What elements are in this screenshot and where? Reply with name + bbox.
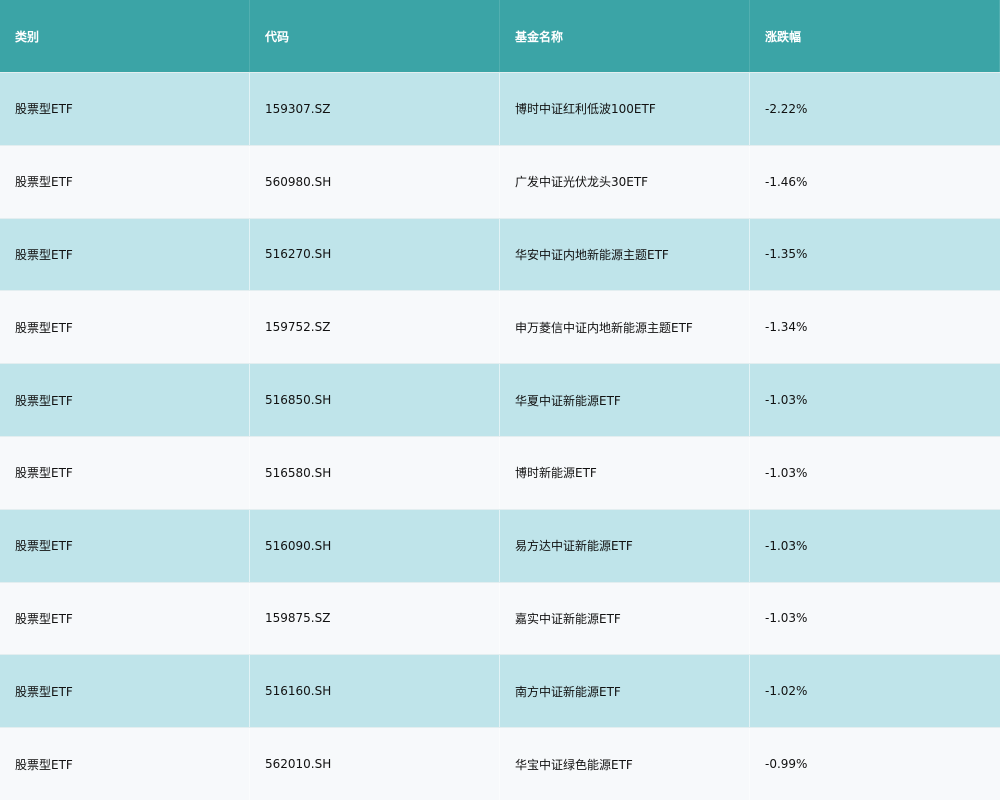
cell-change: -2.22% [765, 101, 808, 116]
cell-code: 516090.SH [250, 509, 500, 582]
header-code[interactable]: 代码 [250, 0, 500, 72]
cell-fund-name: 华夏中证新能源ETF [500, 364, 750, 436]
cell-category: 股票型ETF [0, 73, 250, 145]
table-row[interactable]: 股票型ETF 562010.SH 华宝中证绿色能源ETF -0.99% [0, 727, 1000, 800]
cell-code: 159307.SZ [250, 73, 500, 145]
cell-change: -1.03% [765, 393, 808, 408]
header-fund-name[interactable]: 基金名称 [500, 0, 750, 72]
cell-category: 股票型ETF [0, 509, 250, 582]
cell-fund-name: 华宝中证绿色能源ETF [500, 728, 750, 800]
cell-category: 股票型ETF [0, 218, 250, 291]
cell-category: 股票型ETF [0, 655, 250, 728]
cell-fund-name: 南方中证新能源ETF [500, 655, 750, 728]
cell-code: 159752.SZ [250, 291, 500, 364]
cell-code: 560980.SH [250, 145, 500, 218]
cell-fund-name: 博时中证红利低波100ETF [500, 73, 750, 145]
cell-category: 股票型ETF [0, 364, 250, 436]
table-row[interactable]: 股票型ETF 159307.SZ 博时中证红利低波100ETF -2.22% [0, 72, 1000, 145]
cell-code: 516160.SH [250, 655, 500, 728]
table-row[interactable]: 股票型ETF 159752.SZ 申万菱信中证内地新能源主题ETF -1.34% [0, 290, 1000, 364]
cell-category: 股票型ETF [0, 145, 250, 218]
cell-fund-name: 嘉实中证新能源ETF [500, 582, 750, 655]
cell-code: 516850.SH [250, 364, 500, 436]
cell-fund-name: 博时新能源ETF [500, 436, 750, 509]
cell-code: 562010.SH [250, 728, 500, 800]
table-row[interactable]: 股票型ETF 516090.SH 易方达中证新能源ETF -1.03% [0, 508, 1000, 582]
cell-code: 516580.SH [250, 436, 500, 509]
table-row[interactable]: 股票型ETF 516160.SH 南方中证新能源ETF -1.02% [0, 654, 1000, 728]
cell-fund-name: 易方达中证新能源ETF [500, 509, 750, 582]
header-change[interactable]: 涨跌幅 [750, 0, 1000, 72]
header-category[interactable]: 类别 [0, 0, 250, 72]
cell-change: -1.02% [765, 684, 808, 699]
cell-change: -1.34% [765, 320, 808, 335]
cell-change: -1.46% [765, 174, 808, 189]
cell-category: 股票型ETF [0, 436, 250, 509]
table-row[interactable]: 股票型ETF 516580.SH 博时新能源ETF -1.03% [0, 435, 1000, 509]
cell-category: 股票型ETF [0, 728, 250, 800]
cell-change: -1.03% [765, 538, 808, 553]
table-row[interactable]: 股票型ETF 560980.SH 广发中证光伏龙头30ETF -1.46% [0, 144, 1000, 218]
cell-change: -1.35% [765, 247, 808, 262]
cell-fund-name: 申万菱信中证内地新能源主题ETF [500, 291, 750, 364]
cell-fund-name: 华安中证内地新能源主题ETF [500, 218, 750, 291]
cell-category: 股票型ETF [0, 291, 250, 364]
table-header-row: 类别 代码 基金名称 涨跌幅 [0, 0, 1000, 72]
table-row[interactable]: 股票型ETF 159875.SZ 嘉实中证新能源ETF -1.03% [0, 581, 1000, 655]
table-row[interactable]: 股票型ETF 516270.SH 华安中证内地新能源主题ETF -1.35% [0, 217, 1000, 291]
cell-category: 股票型ETF [0, 582, 250, 655]
cell-change: -1.03% [765, 611, 808, 626]
etf-table: 类别 代码 基金名称 涨跌幅 股票型ETF 159307.SZ 博时中证红利低波… [0, 0, 1000, 800]
cell-fund-name: 广发中证光伏龙头30ETF [500, 145, 750, 218]
table-row[interactable]: 股票型ETF 516850.SH 华夏中证新能源ETF -1.03% [0, 363, 1000, 436]
cell-code: 159875.SZ [250, 582, 500, 655]
cell-change: -1.03% [765, 465, 808, 480]
cell-code: 516270.SH [250, 218, 500, 291]
cell-change: -0.99% [765, 757, 808, 772]
